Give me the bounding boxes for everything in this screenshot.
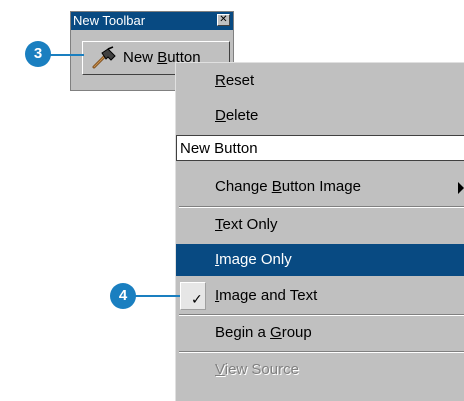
callout-3-leader (48, 54, 84, 56)
menu-item-reset-label: Reset (215, 72, 255, 89)
hammer-icon (92, 46, 116, 69)
button-name-field[interactable] (176, 135, 464, 161)
menu-separator (179, 206, 464, 208)
menu-item-image-only-label: Image Only (215, 251, 292, 268)
menu-item-text-only-label: Text Only (215, 216, 278, 233)
menu-item-delete[interactable]: Delete (176, 100, 464, 132)
callout-3: 3 (25, 41, 51, 67)
toolbar-title: New Toolbar (73, 13, 146, 28)
menu-item-reset[interactable]: Reset (176, 63, 464, 99)
menu-item-begin-a-group[interactable]: Begin a Group (176, 317, 464, 349)
submenu-arrow-icon (458, 182, 464, 194)
menu-item-begin-a-group-label: Begin a Group (215, 324, 312, 341)
menu-item-change-button-image-label: Change Button Image (215, 178, 361, 195)
menu-item-change-button-image[interactable]: Change Button Image (176, 171, 464, 203)
menu-item-view-source: View Source (176, 354, 464, 386)
close-icon[interactable]: ✕ (217, 14, 230, 26)
menu-item-view-source-label: View Source (215, 361, 299, 378)
menu-item-image-and-text[interactable]: ✓ Image and Text (176, 280, 464, 312)
menu-separator (179, 351, 464, 353)
callout-4-leader (130, 295, 180, 297)
menu-item-delete-label: Delete (215, 107, 259, 124)
callout-4: 4 (110, 283, 136, 309)
toolbar-button-context-menu: Reset Delete Change Button Image Text On… (175, 62, 464, 401)
menu-separator (179, 314, 464, 316)
menu-item-image-and-text-label: Image and Text (215, 287, 318, 304)
checkmark-icon: ✓ (191, 291, 203, 307)
menu-item-image-only[interactable]: Image Only (176, 244, 464, 276)
menu-item-text-only[interactable]: Text Only (176, 209, 464, 241)
checked-state-box: ✓ (180, 282, 206, 310)
toolbar-title-bar[interactable]: New Toolbar ✕ (71, 12, 233, 30)
